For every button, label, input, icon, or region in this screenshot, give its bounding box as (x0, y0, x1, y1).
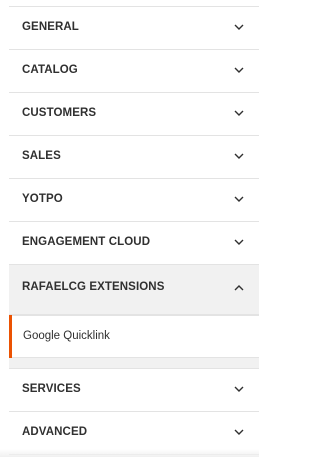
section-label: GENERAL (22, 21, 79, 33)
section-sales[interactable]: SALES (9, 136, 259, 179)
chevron-down-icon (233, 64, 245, 76)
section-customers[interactable]: CUSTOMERS (9, 93, 259, 136)
section-rafaelcg-extensions-items: Google Quicklink (9, 315, 259, 369)
section-label: RAFAELCG EXTENSIONS (22, 281, 165, 293)
section-services[interactable]: SERVICES (9, 369, 259, 412)
section-catalog[interactable]: CATALOG (9, 50, 259, 93)
section-label: YOTPO (22, 193, 63, 205)
section-label: CATALOG (22, 64, 78, 76)
config-section-list: GENERAL CATALOG CUSTOMERS SALES YOTPO EN… (9, 6, 259, 455)
chevron-down-icon (233, 193, 245, 205)
section-label: SERVICES (22, 383, 81, 395)
chevron-up-icon (233, 282, 245, 294)
section-label: CUSTOMERS (22, 107, 97, 119)
chevron-down-icon (233, 150, 245, 162)
section-yotpo[interactable]: YOTPO (9, 179, 259, 222)
scroll-fade (0, 449, 259, 457)
active-indicator (9, 315, 12, 358)
chevron-down-icon (233, 383, 245, 395)
chevron-down-icon (233, 426, 245, 438)
section-engagement-cloud[interactable]: ENGAGEMENT CLOUD (9, 222, 259, 265)
chevron-down-icon (233, 236, 245, 248)
subitem-google-quicklink[interactable]: Google Quicklink (9, 315, 259, 358)
section-rafaelcg-extensions[interactable]: RAFAELCG EXTENSIONS (9, 265, 259, 315)
section-label: SALES (22, 150, 61, 162)
section-label: ENGAGEMENT CLOUD (22, 236, 151, 248)
chevron-down-icon (233, 107, 245, 119)
chevron-down-icon (233, 21, 245, 33)
config-navigation-panel: GENERAL CATALOG CUSTOMERS SALES YOTPO EN… (0, 0, 259, 457)
section-label: ADVANCED (22, 426, 88, 438)
subitem-label: Google Quicklink (23, 330, 110, 342)
section-general[interactable]: GENERAL (9, 7, 259, 50)
